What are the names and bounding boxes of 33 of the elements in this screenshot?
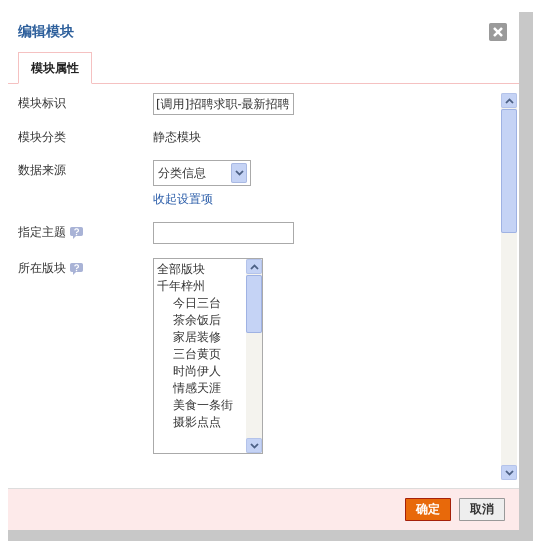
board-option[interactable]: 茶余饭后 [157,312,246,329]
scroll-thumb[interactable] [501,109,517,233]
field-label: 所在版块 [18,260,66,277]
close-icon[interactable] [489,23,507,41]
scroll-up-icon[interactable] [246,259,262,274]
scroll-up-icon[interactable] [501,93,517,108]
dialog-title: 编辑模块 [18,23,74,41]
text-field[interactable] [153,222,294,244]
board-listbox[interactable]: 全部版块 千年梓州 今日三台 茶余饭后 家居装修 三台黄页 时尚伊人 情感天涯 美食一条街 摄影点点 [153,258,263,454]
board-option[interactable]: 时尚伊人 [157,363,246,380]
field-label: 模块分类 [18,129,66,146]
board-option[interactable]: 情感天涯 [157,380,246,397]
field-label: 指定主题 [18,224,66,241]
text-field[interactable]: [调用]招聘求职-最新招聘 [153,93,294,115]
source-dropdown[interactable]: 分类信息 [153,160,251,186]
board-option[interactable]: 千年梓州 [157,278,246,295]
scroll-down-icon[interactable] [246,438,262,453]
scroll-thumb[interactable] [246,275,262,333]
collapse-settings-link[interactable]: 收起设置项 [153,191,251,208]
board-option[interactable]: 摄影点点 [157,414,246,431]
board-option[interactable]: 三台黄页 [157,346,246,363]
field-label: 模块标识 [18,95,66,112]
board-option[interactable]: 家居装修 [157,329,246,346]
tab[interactable]: 模块属性 [18,52,92,84]
field-label: 数据来源 [18,162,66,179]
help-icon[interactable] [70,263,83,275]
help-icon[interactable] [70,227,83,239]
board-option[interactable]: 美食一条街 [157,397,246,414]
board-option[interactable]: 今日三台 [157,295,246,312]
field-value: 静态模块 [153,129,201,146]
scroll-down-icon[interactable] [501,465,517,480]
board-option[interactable]: 全部版块 [157,261,246,278]
cancel-button[interactable]: 取消 [459,498,505,521]
